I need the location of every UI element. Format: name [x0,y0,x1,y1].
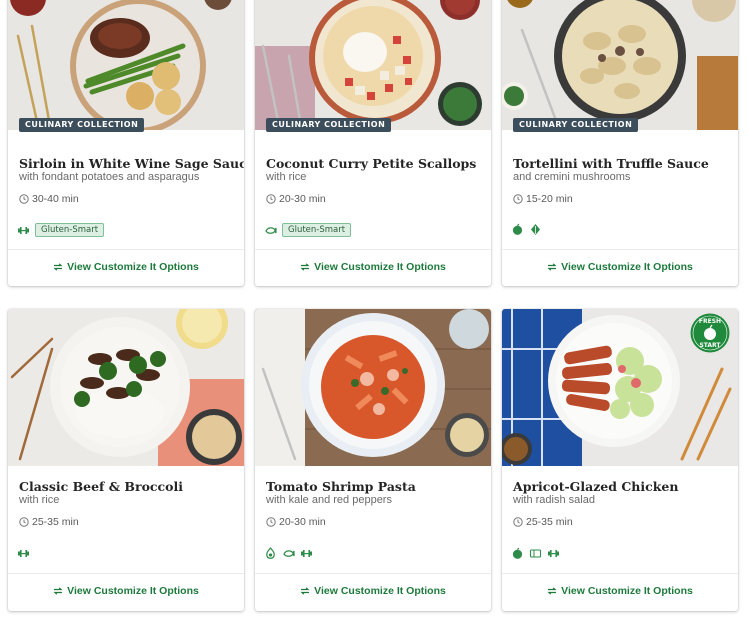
clock-icon [19,517,29,527]
view-customize-label: View Customize It Options [67,261,199,273]
recipe-card[interactable]: Tomato Shrimp Pasta with kale and red pe… [255,309,491,611]
swap-icon [547,263,557,271]
svg-text:START: START [699,342,721,349]
clock-icon [266,194,276,204]
culinary-collection-badge: CULINARY COLLECTION [513,118,639,132]
recipe-tags: Gluten-Smart [264,223,352,237]
swap-icon [53,263,63,271]
cook-time-text: 30-40 min [32,193,79,205]
recipe-card[interactable]: CULINARY COLLECTION Tortellini with Truf… [502,0,738,286]
recipe-card[interactable]: CULINARY COLLECTION Sirloin in White Win… [8,0,244,286]
recipe-subtitle: with rice [266,171,307,183]
cook-time-text: 20-30 min [279,516,326,528]
protein-icon [18,550,29,557]
cook-time-text: 20-30 min [279,193,326,205]
gluten-smart-pill: Gluten-Smart [35,223,105,237]
veggie-icon [512,223,523,235]
recipe-subtitle: with radish salad [513,494,595,506]
recipe-title[interactable]: Tomato Shrimp Pasta [266,479,486,494]
recipe-title[interactable]: Tortellini with Truffle Sauce [513,156,733,171]
recipe-grid: CULINARY COLLECTION Sirloin in White Win… [0,0,749,620]
seafood-icon [265,226,277,234]
recipe-subtitle: with kale and red peppers [266,494,392,506]
recipe-card[interactable]: CULINARY COLLECTION Coconut Curry Petite… [255,0,491,286]
seafood-icon [283,550,295,557]
fresh-start-badge: FRESH START [690,313,730,353]
cook-time: 15-20 min [513,193,573,205]
recipe-tags [17,547,30,560]
recipe-tags [511,547,560,560]
clock-icon [513,194,523,204]
view-customize-button[interactable]: View Customize It Options [255,574,491,608]
veggie-icon [512,547,523,559]
clock-icon [19,194,29,204]
culinary-collection-badge: CULINARY COLLECTION [266,118,392,132]
recipe-tags [511,223,542,236]
cook-time: 25-35 min [513,516,573,528]
view-customize-button[interactable]: View Customize It Options [255,250,491,284]
protein-icon [18,226,29,234]
recipe-image-scallops[interactable] [255,0,491,130]
cook-time-text: 15-20 min [526,193,573,205]
swap-icon [53,587,63,595]
clock-icon [513,517,523,527]
cook-time: 30-40 min [19,193,79,205]
recipe-subtitle: and cremini mushrooms [513,171,631,183]
protein-icon [301,550,312,557]
cook-time-text: 25-35 min [32,516,79,528]
protein-icon [548,550,559,557]
recipe-image-tortellini[interactable] [502,0,738,130]
recipe-image-shrimp-pasta[interactable] [255,309,491,466]
recipe-subtitle: with fondant potatoes and asparagus [19,171,200,183]
recipe-title[interactable]: Classic Beef & Broccoli [19,479,239,494]
cook-time: 20-30 min [266,516,326,528]
clock-icon [266,517,276,527]
cook-time-text: 25-35 min [526,516,573,528]
recipe-tags: Gluten-Smart [17,223,105,237]
cook-time: 25-35 min [19,516,79,528]
gluten-smart-pill: Gluten-Smart [282,223,352,237]
cook-time: 20-30 min [266,193,326,205]
view-customize-label: View Customize It Options [561,585,693,597]
culinary-collection-badge: CULINARY COLLECTION [19,118,145,132]
swap-icon [300,587,310,595]
leaf-icon [531,224,540,235]
recipe-tags [264,547,313,560]
svg-text:FRESH: FRESH [699,318,721,325]
recipe-image-sirloin[interactable] [8,0,244,130]
view-customize-button[interactable]: View Customize It Options [502,250,738,284]
recipe-image-apricot-chicken[interactable]: FRESH START [502,309,738,466]
view-customize-button[interactable]: View Customize It Options [8,250,244,284]
recipe-title[interactable]: Sirloin in White Wine Sage Sauce [19,156,244,171]
recipe-card[interactable]: FRESH START Apricot-Glazed Chicken with … [502,309,738,611]
recipe-title[interactable]: Apricot-Glazed Chicken [513,479,733,494]
view-customize-label: View Customize It Options [314,585,446,597]
recipe-image-beef-broccoli[interactable] [8,309,244,466]
recipe-title[interactable]: Coconut Curry Petite Scallops [266,156,486,171]
easy-prep-icon [529,549,542,558]
view-customize-label: View Customize It Options [561,261,693,273]
recipe-card[interactable]: Classic Beef & Broccoli with rice 25-35 … [8,309,244,611]
recipe-subtitle: with rice [19,494,60,506]
view-customize-button[interactable]: View Customize It Options [502,574,738,608]
calorie-icon [266,547,275,559]
swap-icon [547,587,557,595]
view-customize-label: View Customize It Options [67,585,199,597]
view-customize-label: View Customize It Options [314,261,446,273]
swap-icon [300,263,310,271]
view-customize-button[interactable]: View Customize It Options [8,574,244,608]
